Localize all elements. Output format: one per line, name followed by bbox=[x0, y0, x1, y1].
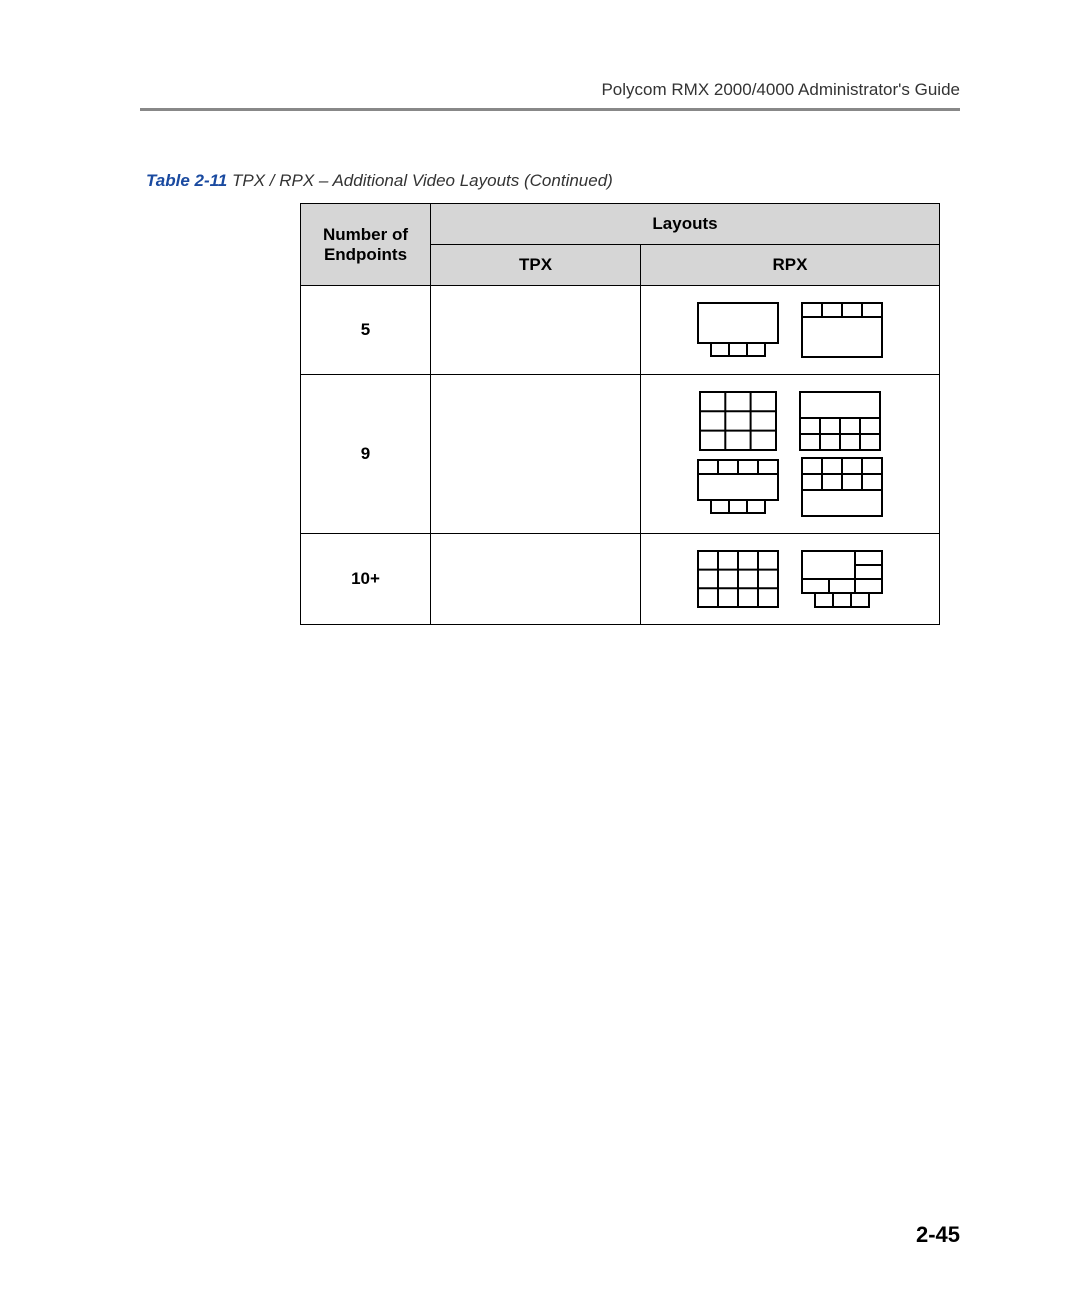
page-header-title: Polycom RMX 2000/4000 Administrator's Gu… bbox=[140, 80, 960, 100]
col-header-endpoints: Number of Endpoints bbox=[301, 204, 431, 286]
table-caption-text: TPX / RPX – Additional Video Layouts (Co… bbox=[227, 171, 613, 190]
col-header-tpx: TPX bbox=[431, 245, 641, 286]
layout-1plus8-icon bbox=[799, 391, 881, 451]
endpoints-cell: 9 bbox=[301, 375, 431, 534]
col-header-rpx: RPX bbox=[641, 245, 940, 286]
layout-8plus1-icon bbox=[801, 457, 883, 517]
layout-3x3-icon bbox=[699, 391, 777, 451]
layout-4plus1plus3-icon bbox=[697, 459, 779, 515]
table-row: 9 bbox=[301, 375, 940, 534]
table-row: 10+ bbox=[301, 534, 940, 625]
endpoints-cell: 10+ bbox=[301, 534, 431, 625]
layouts-table: Number of Endpoints Layouts TPX RPX 5 bbox=[300, 203, 940, 625]
table-caption-label: Table 2-11 bbox=[146, 171, 227, 190]
rpx-cell bbox=[641, 534, 940, 625]
layout-4plus1-icon bbox=[801, 302, 883, 358]
tpx-cell bbox=[431, 375, 641, 534]
tpx-cell bbox=[431, 286, 641, 375]
table-row: 5 bbox=[301, 286, 940, 375]
layout-1plus2plus3plus3-icon bbox=[801, 550, 883, 608]
endpoints-cell: 5 bbox=[301, 286, 431, 375]
layout-4x3-icon bbox=[697, 550, 779, 608]
col-header-layouts: Layouts bbox=[431, 204, 940, 245]
tpx-cell bbox=[431, 534, 641, 625]
rpx-cell bbox=[641, 286, 940, 375]
table-caption: Table 2-11 TPX / RPX – Additional Video … bbox=[146, 171, 960, 191]
header-rule bbox=[140, 108, 960, 111]
layout-1plus3-icon bbox=[697, 302, 779, 358]
page-number: 2-45 bbox=[916, 1222, 960, 1248]
rpx-cell bbox=[641, 375, 940, 534]
